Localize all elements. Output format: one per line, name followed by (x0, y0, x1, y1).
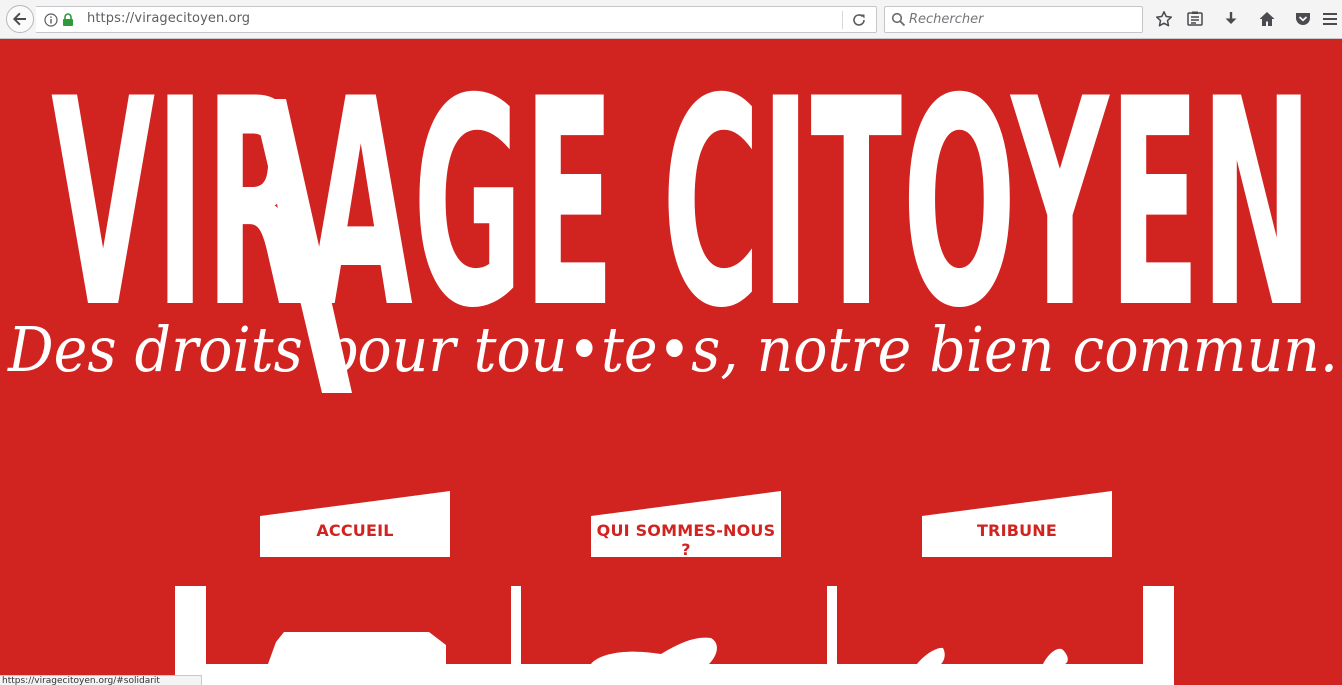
tile-illustration (591, 637, 717, 664)
search-input[interactable] (909, 10, 1139, 29)
nav-qui-sommes-nous[interactable]: QUI SOMMES-NOUS ? (591, 491, 781, 559)
download-icon[interactable] (1221, 9, 1241, 29)
tile-illustration (268, 632, 446, 664)
reload-icon[interactable] (851, 12, 867, 28)
menu-icon[interactable] (1320, 9, 1340, 29)
address-bar[interactable]: https://viragecitoyen.org (36, 6, 877, 33)
reading-list-icon[interactable] (1185, 9, 1205, 29)
lock-icon[interactable] (62, 13, 74, 27)
site-logo[interactable]: VIRAGE CITOYEN Des droits pour tou•te•s,… (0, 39, 1342, 399)
nav-accueil-label: ACCUEIL (316, 521, 394, 540)
search-icon (891, 12, 906, 27)
bookmark-star-icon[interactable] (1154, 9, 1174, 29)
url-separator (842, 11, 843, 29)
nav-tribune[interactable]: TRIBUNE (922, 491, 1112, 557)
back-button[interactable] (6, 5, 34, 33)
back-arrow-icon (13, 12, 26, 26)
info-icon[interactable] (44, 13, 58, 27)
nav-accueil[interactable]: ACCUEIL (260, 491, 450, 557)
home-icon[interactable] (1257, 9, 1277, 29)
status-bar-link: https://viragecitoyen.org/#solidarit (0, 675, 202, 685)
browser-toolbar: https://viragecitoyen.org (0, 0, 1342, 39)
search-bar[interactable] (884, 6, 1143, 33)
nav-tribune-label: TRIBUNE (976, 521, 1058, 540)
content-tile-1[interactable] (206, 574, 511, 664)
site-tagline: Des droits pour tou•te•s, notre bien com… (7, 313, 1338, 386)
nav-qui-sommes-nous-label: QUI SOMMES-NOUS ? (596, 521, 776, 559)
url-text[interactable]: https://viragecitoyen.org (87, 11, 250, 26)
content-tile-3[interactable] (837, 574, 1143, 664)
tile-illustration (917, 647, 1068, 664)
content-tile-2[interactable] (521, 574, 827, 664)
pocket-icon[interactable] (1293, 9, 1313, 29)
